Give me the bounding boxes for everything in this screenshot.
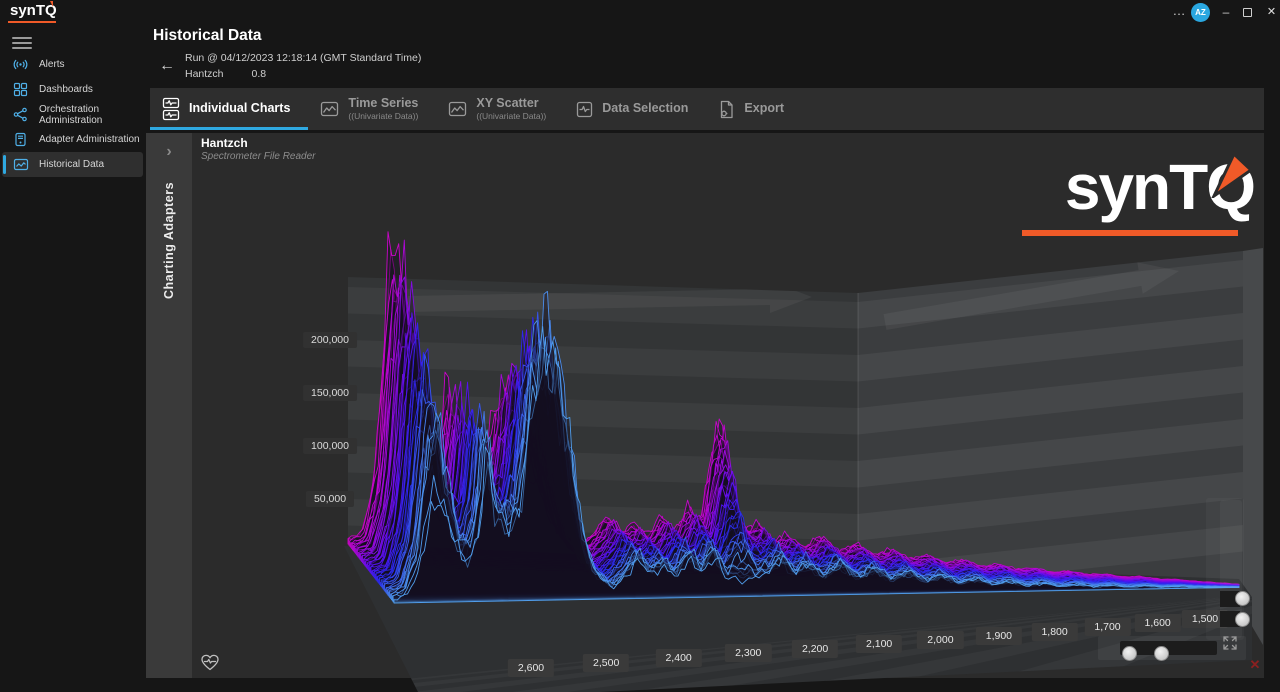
run-timestamp: Run @ 04/12/2023 12:18:14 (GMT Standard … [185, 52, 421, 64]
app-window: synTQ … AZ – ✕ Alerts Dashboards [0, 0, 1280, 692]
error-close-marker[interactable]: ✕ [1247, 657, 1263, 673]
adapter-device-icon [13, 132, 29, 148]
range-slider-thumb-left[interactable] [1122, 646, 1137, 661]
orchestration-share-icon [13, 107, 29, 123]
data-selection-icon [576, 101, 593, 118]
sidebar-item-label: Dashboards [39, 84, 93, 95]
tab-label: Data Selection [602, 102, 688, 116]
run-version: 0.8 [252, 68, 267, 80]
tab-sublabel: ((Univariate Data)) [476, 111, 546, 121]
fullscreen-expand-icon[interactable] [1220, 633, 1240, 653]
adapter-type: Spectrometer File Reader [201, 151, 316, 162]
minimize-icon[interactable]: – [1216, 0, 1236, 26]
title-bar: synTQ … AZ – ✕ [0, 0, 1280, 26]
restore-window-icon[interactable] [1243, 8, 1252, 17]
charting-adapters-label: Charting Adapters [146, 150, 192, 330]
sidebar: Alerts Dashboards Orchestration Administ… [0, 26, 145, 692]
tab-label: XY Scatter [476, 97, 546, 111]
alerts-broadcast-icon [13, 57, 29, 73]
tab-label: Time Series [348, 97, 418, 111]
historical-chart-icon [13, 157, 29, 173]
sidebar-item-adapter-administration[interactable]: Adapter Administration [0, 127, 145, 152]
page-title: Historical Data [153, 27, 262, 45]
individual-charts-icon [162, 97, 180, 121]
adapter-name: Hantzch [201, 136, 248, 150]
sidebar-item-label: Historical Data [39, 159, 104, 170]
sidebar-nav: Alerts Dashboards Orchestration Administ… [0, 52, 145, 177]
export-icon [718, 100, 735, 119]
tab-sublabel: ((Univariate Data)) [348, 111, 418, 121]
tab-data-selection[interactable]: Data Selection [564, 88, 706, 130]
health-heartbeat-icon[interactable] [200, 653, 220, 673]
tab-xy-scatter[interactable]: XY Scatter((Univariate Data)) [436, 88, 564, 130]
tab-label: Individual Charts [189, 102, 290, 116]
tab-export[interactable]: Export [706, 88, 802, 130]
range-slider-thumb-right[interactable] [1154, 646, 1169, 661]
syntq-watermark-wedge-icon [1204, 150, 1256, 198]
xy-scatter-icon [448, 101, 467, 117]
dashboards-grid-icon [13, 82, 29, 98]
vertical-slider-thumb-top[interactable] [1235, 591, 1250, 606]
app-logo-underline [8, 21, 56, 23]
sidebar-item-orchestration-administration[interactable]: Orchestration Administration [0, 102, 145, 127]
app-logo-wedge-icon [47, 1, 53, 7]
sidebar-item-label: Orchestration Administration [39, 104, 145, 126]
more-options-icon[interactable]: … [1168, 1, 1190, 25]
sidebar-item-label: Adapter Administration [39, 134, 140, 145]
tab-bar: Individual Charts Time Series((Univariat… [150, 88, 1264, 130]
tab-individual-charts[interactable]: Individual Charts [150, 88, 308, 130]
vertical-slider-thumb-bottom[interactable] [1235, 612, 1250, 627]
run-name: Hantzch [185, 68, 224, 80]
selected-indicator [3, 155, 6, 174]
sidebar-item-dashboards[interactable]: Dashboards [0, 77, 145, 102]
close-window-icon[interactable]: ✕ [1263, 0, 1280, 26]
sidebar-item-alerts[interactable]: Alerts [0, 52, 145, 77]
tab-time-series[interactable]: Time Series((Univariate Data)) [308, 88, 436, 130]
user-avatar[interactable]: AZ [1191, 3, 1210, 22]
syntq-watermark-underline [1022, 230, 1238, 236]
sidebar-item-label: Alerts [39, 59, 65, 70]
back-arrow-icon[interactable]: ← [156, 55, 178, 77]
tab-label: Export [744, 102, 784, 116]
hamburger-menu-icon[interactable] [12, 34, 32, 50]
run-name-version: Hantzch 0.8 [185, 68, 266, 80]
sidebar-item-historical-data[interactable]: Historical Data [2, 152, 143, 177]
time-series-icon [320, 101, 339, 117]
